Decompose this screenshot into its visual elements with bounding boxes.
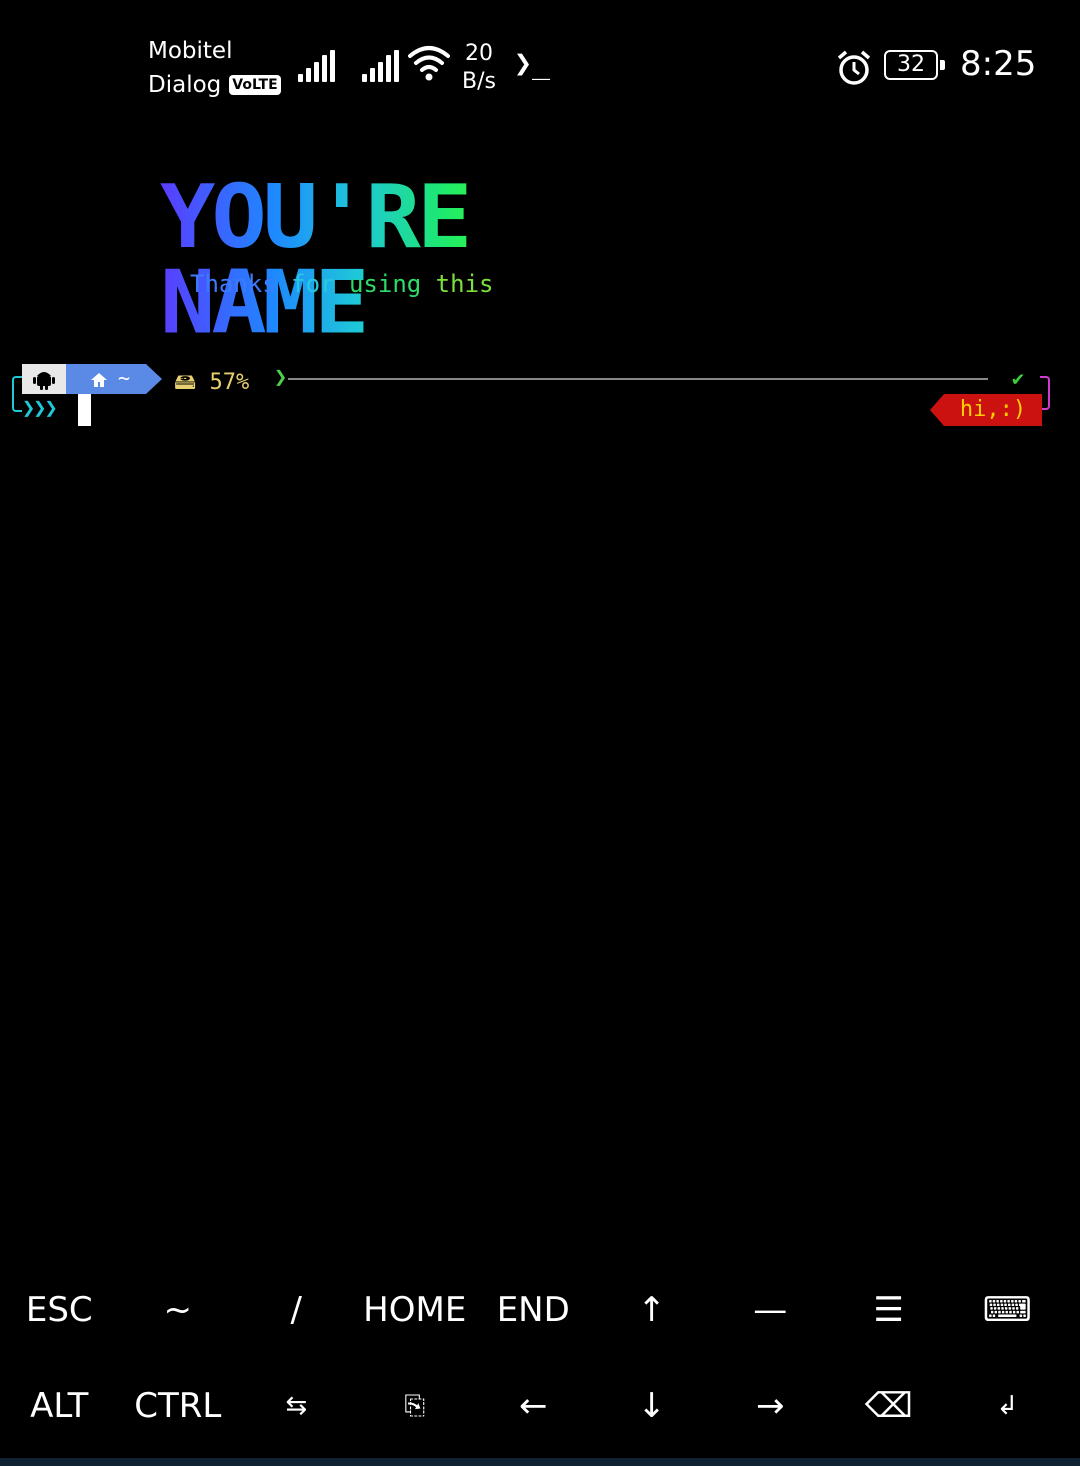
signal-1-icon [298,48,335,82]
left-arrow-key[interactable]: ← [474,1358,593,1454]
shell-prompt: ~ 🖴 57% ❯ ✔ ❯❯❯ hi,:) [0,362,1080,432]
volte-badge: VoLTE [229,75,281,95]
status-check-icon: ✔ [1012,366,1025,390]
battery-icon: 32 [884,50,945,80]
android-icon [33,372,55,390]
home-segment: ~ [66,364,162,394]
terminal-icon: ❯_ [514,46,551,81]
home-path: ~ [118,366,131,390]
menu-key[interactable]: ☰ [830,1262,949,1358]
status-bar: Mobitel Dialog VoLTE 20 B/s ❯_ 32 8:25 [0,0,1080,130]
carrier-info: Mobitel Dialog VoLTE [148,34,281,102]
extra-keys-bar: ESC ~ / HOME END ↑ — ☰ ⌨ ALT CTRL ⇆ ⎘ ← … [0,1262,1080,1458]
down-arrow-key[interactable]: ↓ [593,1358,712,1454]
tab-icon[interactable]: ⇆ [237,1358,356,1454]
banner: YOU'RE NAME [160,174,724,346]
disk-icon: 🖴 [174,370,197,395]
paste-icon[interactable]: ⎘ [356,1358,475,1454]
end-key[interactable]: END [474,1262,593,1358]
wifi-icon [408,46,450,81]
carrier-2: Dialog [148,72,222,98]
prompt-rule [288,378,988,380]
clock: 8:25 [960,44,1037,84]
backspace-icon[interactable]: ⌫ [830,1358,949,1454]
prompt-chevron: ❯ [274,365,288,390]
banner-tagline: Thanks for using this [190,270,494,298]
ctrl-key[interactable]: CTRL [119,1358,238,1454]
esc-key[interactable]: ESC [0,1262,119,1358]
tilde-key[interactable]: ~ [119,1262,238,1358]
alt-key[interactable]: ALT [0,1358,119,1454]
text-cursor[interactable] [78,394,91,426]
extra-keys-row-2: ALT CTRL ⇆ ⎘ ← ↓ → ⌫ ↲ [0,1358,1080,1454]
disk-usage: 🖴 57% [174,370,250,395]
network-speed: 20 B/s [462,41,496,94]
signal-2-icon [362,48,399,82]
prompt-left-bracket [12,376,22,412]
slash-key[interactable]: / [237,1262,356,1358]
dash-key[interactable]: — [711,1262,830,1358]
right-arrow-key[interactable]: → [711,1358,830,1454]
enter-icon[interactable]: ↲ [948,1358,1067,1454]
os-segment [22,364,82,394]
right-prompt-badge: hi,:) [930,394,1042,426]
prompt-arrows: ❯❯❯ [22,396,58,421]
extra-keys-row-1: ESC ~ / HOME END ↑ — ☰ ⌨ [0,1262,1080,1358]
up-arrow-key[interactable]: ↑ [593,1262,712,1358]
keyboard-icon[interactable]: ⌨ [948,1262,1067,1358]
nav-bar-strip [0,1458,1080,1466]
home-key[interactable]: HOME [356,1262,475,1358]
home-icon [91,373,107,387]
carrier-1: Mobitel [148,38,233,64]
alarm-icon [837,50,871,85]
